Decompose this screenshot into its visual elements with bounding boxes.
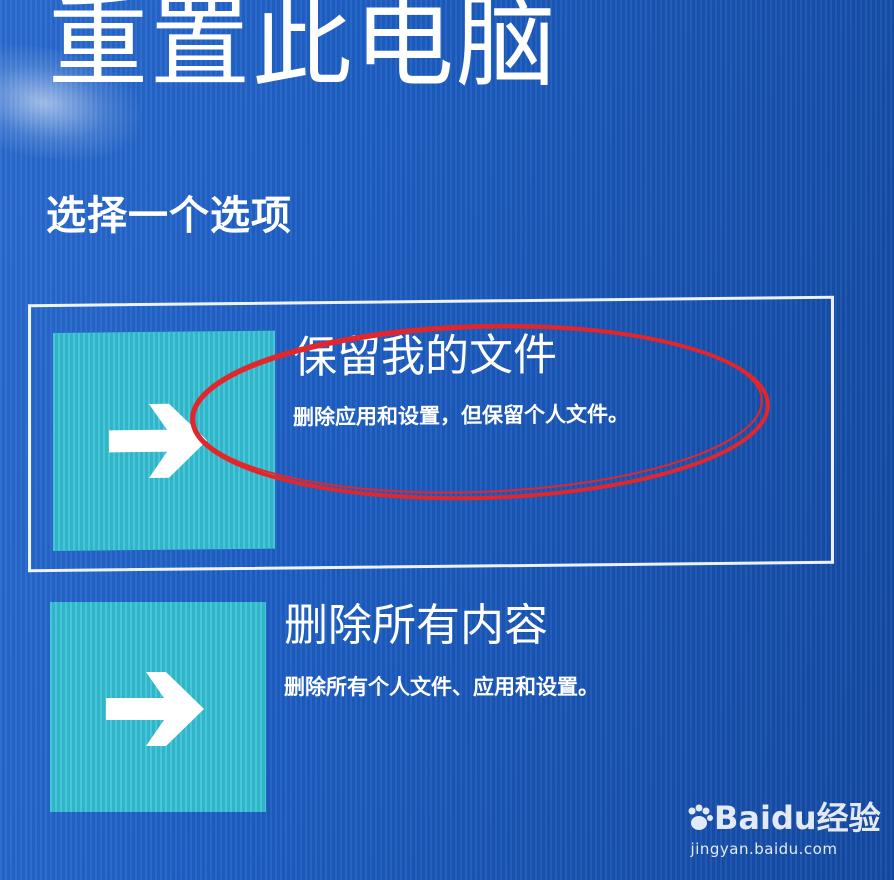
arrow-right-icon (106, 672, 204, 746)
option-title: 保留我的文件 (293, 329, 557, 384)
watermark-url: jingyan.baidu.com (690, 840, 838, 858)
reset-pc-screen: 重置此电脑 选择一个选项 保留我的文件 删除应用和设置，但保留个人文件。 删除所… (0, 0, 894, 880)
arrow-right-icon (109, 403, 207, 478)
option-tile (53, 330, 275, 551)
page-subtitle: 选择一个选项 (46, 193, 292, 239)
paw-icon (684, 803, 714, 840)
option-tile (50, 602, 266, 812)
watermark-logo: Baidu经验 (684, 800, 881, 840)
baidu-watermark: Baidu经验 jingyan.baidu.com (684, 800, 881, 858)
page-title: 重置此电脑 (48, 0, 558, 101)
option-keep-my-files[interactable]: 保留我的文件 删除应用和设置，但保留个人文件。 (28, 295, 834, 573)
watermark-logo-text: Baidu经验 (714, 799, 881, 837)
option-title: 删除所有内容 (284, 600, 548, 651)
option-remove-everything[interactable]: 删除所有内容 删除所有个人文件、应用和设置。 (28, 586, 834, 826)
option-description: 删除应用和设置，但保留个人文件。 (293, 401, 629, 430)
option-description: 删除所有个人文件、应用和设置。 (284, 675, 599, 699)
